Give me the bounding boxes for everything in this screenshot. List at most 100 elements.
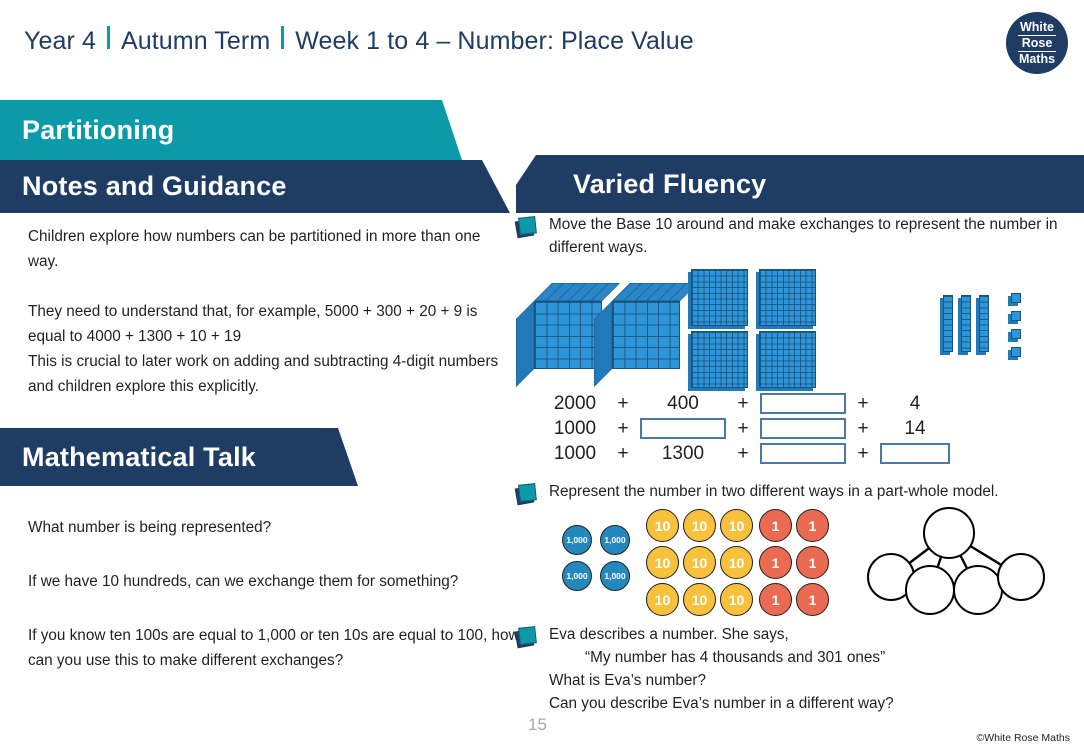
equation-row: 2000 +400 + +4 bbox=[544, 391, 1084, 416]
mathematical-talk-text: What number is being represented? If we … bbox=[28, 515, 528, 702]
base-ten-hundred-flat[interactable] bbox=[756, 331, 816, 391]
counter-1[interactable]: 1 bbox=[796, 509, 829, 542]
counter-10[interactable]: 10 bbox=[720, 546, 753, 579]
logo-line-2: Rose bbox=[1017, 34, 1057, 52]
base-ten-thousand-cube[interactable] bbox=[516, 283, 620, 387]
base-ten-ten-rod[interactable] bbox=[958, 295, 971, 355]
answer-box[interactable] bbox=[760, 418, 846, 439]
answer-box[interactable] bbox=[760, 393, 846, 414]
plus-operator: + bbox=[737, 417, 749, 439]
base-ten-ten-rod[interactable] bbox=[976, 295, 989, 355]
counter-10[interactable]: 10 bbox=[720, 509, 753, 542]
varied-fluency-banner: Varied Fluency bbox=[516, 155, 1084, 213]
part-whole-part-circle[interactable] bbox=[905, 565, 955, 615]
equation-term: 1000 bbox=[553, 417, 597, 439]
plus-operator: + bbox=[857, 417, 869, 439]
counter-1000[interactable]: 1,000 bbox=[600, 561, 630, 591]
eva-line-1: Eva describes a number. She says, bbox=[549, 626, 789, 643]
header-title: Year 4 Autumn Term Week 1 to 4 – Number:… bbox=[22, 26, 696, 56]
counter-1[interactable]: 1 bbox=[796, 583, 829, 616]
bullet-square-icon bbox=[514, 216, 537, 239]
base-ten-one-unit[interactable] bbox=[1008, 329, 1021, 342]
part-whole-whole-circle[interactable] bbox=[923, 507, 975, 559]
fluency-item-3: Eva describes a number. She says, “My nu… bbox=[514, 623, 1084, 715]
base-ten-hundred-flat[interactable] bbox=[756, 269, 816, 329]
part-whole-part-circle[interactable] bbox=[953, 565, 1003, 615]
logo-line-3: Maths bbox=[1018, 51, 1056, 66]
counter-1[interactable]: 1 bbox=[759, 546, 792, 579]
header-year: Year 4 bbox=[24, 27, 96, 55]
part-whole-model bbox=[861, 505, 1056, 617]
eva-quote: “My number has 4 thousands and 301 ones” bbox=[585, 649, 886, 666]
equation-term: 1000 bbox=[553, 442, 597, 464]
plus-operator: + bbox=[617, 392, 629, 414]
fluency-item-2-text: Represent the number in two different wa… bbox=[549, 483, 999, 500]
page-header: Year 4 Autumn Term Week 1 to 4 – Number:… bbox=[0, 0, 1084, 88]
fluency-item-2: Represent the number in two different wa… bbox=[514, 480, 1084, 506]
talk-question-2: If we have 10 hundreds, can we exchange … bbox=[28, 573, 459, 590]
equation-row: 1000 +1300 + + bbox=[544, 441, 1084, 466]
base-ten-hundred-flat[interactable] bbox=[688, 331, 748, 391]
bullet-square-icon bbox=[514, 483, 537, 506]
bullet-square-icon bbox=[514, 626, 537, 649]
answer-box[interactable] bbox=[880, 443, 950, 464]
eva-question-2: Can you describe Eva’s number in a diffe… bbox=[549, 695, 894, 712]
plus-operator: + bbox=[857, 392, 869, 414]
talk-question-1: What number is being represented? bbox=[28, 519, 272, 536]
logo-line-1: White bbox=[1019, 19, 1055, 34]
counter-1000[interactable]: 1,000 bbox=[600, 525, 630, 555]
header-separator-icon bbox=[106, 26, 110, 49]
counter-10[interactable]: 10 bbox=[683, 583, 716, 616]
base-ten-thousand-cube[interactable] bbox=[594, 283, 698, 387]
counter-1000[interactable]: 1,000 bbox=[562, 561, 592, 591]
header-term: Autumn Term bbox=[120, 27, 271, 55]
counter-10[interactable]: 10 bbox=[646, 509, 679, 542]
plus-operator: + bbox=[737, 392, 749, 414]
counter-1[interactable]: 1 bbox=[796, 546, 829, 579]
fluency-item-1-text: Move the Base 10 around and make exchang… bbox=[549, 216, 1058, 256]
notes-paragraph-1: Children explore how numbers can be part… bbox=[28, 228, 481, 270]
notes-paragraph-2-line-1: They need to understand that, for exampl… bbox=[28, 303, 478, 345]
counter-1000[interactable]: 1,000 bbox=[562, 525, 592, 555]
counter-10[interactable]: 10 bbox=[720, 583, 753, 616]
answer-box[interactable] bbox=[760, 443, 846, 464]
base-ten-one-unit[interactable] bbox=[1008, 311, 1021, 324]
plus-operator: + bbox=[857, 442, 869, 464]
notes-paragraph-2-line-2: This is crucial to later work on adding … bbox=[28, 353, 499, 395]
part-whole-part-circle[interactable] bbox=[997, 553, 1045, 601]
fluency-item-1: Move the Base 10 around and make exchang… bbox=[514, 213, 1084, 259]
counter-1[interactable]: 1 bbox=[759, 509, 792, 542]
notes-and-guidance-text: Children explore how numbers can be part… bbox=[28, 224, 506, 399]
base-ten-ten-rod[interactable] bbox=[940, 295, 953, 355]
plus-operator: + bbox=[617, 417, 629, 439]
copyright-notice: ©White Rose Maths bbox=[976, 732, 1070, 744]
header-separator-icon bbox=[281, 26, 285, 49]
base-ten-hundred-flat[interactable] bbox=[688, 269, 748, 329]
equation-term: 2000 bbox=[553, 392, 597, 414]
base-ten-blocks bbox=[516, 265, 1084, 391]
base-ten-one-unit[interactable] bbox=[1008, 347, 1021, 360]
equation-term: 4 bbox=[909, 392, 921, 414]
equation-term: 1300 bbox=[661, 442, 705, 464]
counter-10[interactable]: 10 bbox=[646, 546, 679, 579]
page-number: 15 bbox=[528, 715, 547, 734]
fluency-item-3-text: Eva describes a number. She says, “My nu… bbox=[549, 623, 1084, 715]
place-value-counters: 1,000 1,000 1,000 1,000 10 10 10 10 10 10 10 10 10 1 1… bbox=[516, 507, 1084, 617]
partition-equations: 2000 +400 + +4 1000 + + +14 1000 +1300 + + bbox=[516, 391, 1084, 466]
equation-row: 1000 + + +14 bbox=[544, 416, 1084, 441]
counter-10[interactable]: 10 bbox=[683, 509, 716, 542]
counter-10[interactable]: 10 bbox=[683, 546, 716, 579]
answer-box[interactable] bbox=[640, 418, 726, 439]
counter-10[interactable]: 10 bbox=[646, 583, 679, 616]
topic-banner: Partitioning bbox=[0, 100, 462, 160]
base-ten-one-unit[interactable] bbox=[1008, 293, 1021, 306]
plus-operator: + bbox=[617, 442, 629, 464]
equation-term: 400 bbox=[667, 392, 699, 414]
header-week-topic: Week 1 to 4 – Number: Place Value bbox=[295, 27, 694, 55]
equation-term: 14 bbox=[904, 417, 926, 439]
counter-1[interactable]: 1 bbox=[759, 583, 792, 616]
white-rose-maths-logo: White Rose Maths bbox=[1006, 12, 1068, 74]
talk-question-3: If you know ten 100s are equal to 1,000 … bbox=[28, 627, 520, 669]
varied-fluency-panel: Move the Base 10 around and make exchang… bbox=[514, 213, 1084, 715]
